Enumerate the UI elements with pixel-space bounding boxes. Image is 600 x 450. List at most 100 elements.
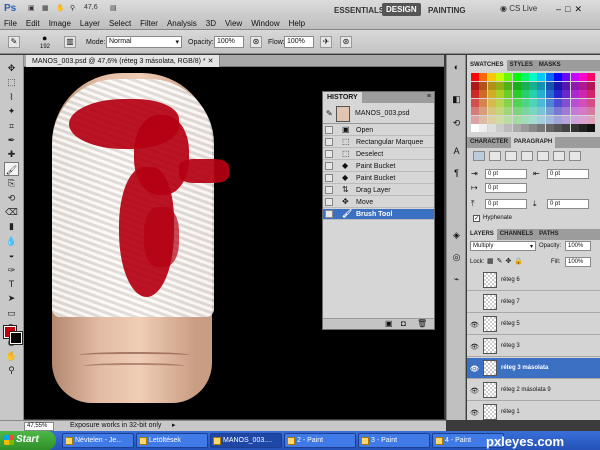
color-swatch[interactable] — [512, 81, 521, 90]
menu-3d[interactable]: 3D — [206, 19, 216, 28]
hand-tool-icon[interactable]: ✋ — [56, 4, 65, 15]
paths-panel-icon[interactable]: ⌁ — [450, 273, 463, 286]
minimize-icon[interactable]: – — [556, 4, 561, 15]
blend-mode-select[interactable]: Multiply ▾ — [470, 241, 536, 251]
marquee-icon[interactable]: ⬚ — [4, 75, 19, 89]
color-swatch[interactable] — [554, 124, 562, 132]
layer-row[interactable]: 👁 réteg 3 — [467, 336, 600, 357]
color-swatch[interactable] — [504, 73, 513, 81]
menu-filter[interactable]: Filter — [140, 19, 158, 28]
eraser-icon[interactable]: ⌫ — [4, 205, 19, 219]
history-state[interactable]: ▣ Open — [323, 125, 434, 136]
color-swatch[interactable] — [479, 124, 488, 132]
color-swatch[interactable] — [471, 107, 479, 115]
lock-all-icon[interactable]: 🔒 — [514, 257, 523, 265]
color-swatch[interactable] — [545, 73, 554, 81]
lock-pixels-icon[interactable]: ✎ — [497, 257, 503, 265]
lock-position-icon[interactable]: ✥ — [506, 257, 512, 265]
trash-icon[interactable]: 🗑 — [417, 319, 427, 328]
color-swatch[interactable] — [578, 124, 587, 132]
color-swatch[interactable] — [537, 81, 546, 90]
tab-masks[interactable]: MASKS — [536, 60, 564, 71]
menu-file[interactable]: File — [4, 19, 17, 28]
menu-window[interactable]: Window — [251, 19, 279, 28]
color-swatch[interactable] — [570, 107, 579, 115]
color-swatch[interactable] — [570, 90, 579, 98]
color-swatch[interactable] — [570, 115, 579, 124]
color-swatch[interactable] — [537, 124, 546, 132]
color-swatch[interactable] — [578, 90, 587, 98]
tab-styles[interactable]: STYLES — [507, 60, 536, 71]
history-state[interactable]: 🖌 Brush Tool — [323, 209, 434, 220]
taskbar-task[interactable]: MANOS_003.... — [210, 433, 282, 448]
tab-history[interactable]: HISTORY — [323, 92, 362, 103]
color-swatch[interactable] — [504, 124, 513, 132]
color-swatch[interactable] — [562, 98, 571, 107]
color-swatch[interactable] — [578, 98, 587, 107]
flow-field[interactable]: 100% — [284, 36, 314, 48]
color-swatch[interactable] — [512, 90, 521, 98]
color-swatch[interactable] — [578, 107, 587, 115]
color-swatch[interactable] — [487, 115, 496, 124]
color-swatch[interactable] — [570, 81, 579, 90]
color-swatch[interactable] — [487, 107, 496, 115]
color-swatch[interactable] — [479, 115, 488, 124]
menu-analysis[interactable]: Analysis — [167, 19, 197, 28]
color-swatch[interactable] — [537, 107, 546, 115]
cs-live-button[interactable]: ◉ CS Live — [500, 4, 537, 13]
color-swatch[interactable] — [504, 115, 513, 124]
zoom-icon[interactable]: ⚲ — [4, 363, 19, 377]
history-brush-source-icon[interactable]: ✎ — [326, 109, 333, 118]
tab-swatches[interactable]: SWATCHES — [467, 60, 507, 71]
menu-help[interactable]: Help — [289, 19, 305, 28]
indent-right-field[interactable]: 0 pt — [547, 169, 589, 179]
color-swatch[interactable] — [487, 124, 496, 132]
layer-row[interactable]: 👁 réteg 2 másolata 9 — [467, 380, 600, 401]
opacity-field[interactable]: 100% — [214, 36, 244, 48]
color-swatch[interactable] — [529, 81, 538, 90]
color-swatch[interactable] — [545, 124, 554, 132]
color-swatch[interactable] — [479, 107, 488, 115]
color-swatch[interactable] — [495, 81, 504, 90]
color-swatch[interactable] — [479, 81, 488, 90]
color-swatch[interactable] — [520, 107, 529, 115]
type-icon[interactable]: T — [4, 277, 19, 291]
color-swatch[interactable] — [512, 98, 521, 107]
color-swatch[interactable] — [570, 73, 579, 81]
color-swatch[interactable] — [587, 124, 596, 132]
new-document-from-state-icon[interactable]: ▣ — [385, 319, 393, 328]
status-arrow-icon[interactable]: ▸ — [172, 421, 176, 429]
history-state[interactable]: ⬚ Rectangular Marquee — [323, 137, 434, 148]
color-swatch[interactable] — [545, 115, 554, 124]
blur-icon[interactable]: 💧 — [4, 234, 19, 248]
color-swatch[interactable] — [554, 98, 562, 107]
justify-last-right-icon[interactable] — [553, 151, 565, 161]
layer-row[interactable]: 👁 réteg 1 — [467, 402, 600, 420]
color-swatch[interactable] — [520, 73, 529, 81]
eyedropper-icon[interactable]: ✒ — [4, 133, 19, 147]
justify-last-center-icon[interactable] — [537, 151, 549, 161]
justify-all-icon[interactable] — [569, 151, 581, 161]
color-swatch[interactable] — [495, 90, 504, 98]
history-brush-source-checkbox[interactable] — [325, 174, 333, 182]
history-state[interactable]: ⇅ Drag Layer — [323, 185, 434, 196]
tab-channels[interactable]: CHANNELS — [497, 229, 536, 240]
color-swatch[interactable] — [578, 81, 587, 90]
history-brush-source-checkbox[interactable] — [325, 126, 333, 134]
color-swatch[interactable] — [554, 73, 562, 81]
color-panel-icon[interactable]: ◐ — [450, 61, 463, 74]
tablet-opacity-icon[interactable]: ⊛ — [250, 36, 262, 48]
panel-menu-icon[interactable]: ≡ — [427, 93, 431, 100]
channels-panel-icon[interactable]: ◎ — [450, 251, 463, 264]
adjustments-panel-icon[interactable]: ◧ — [450, 93, 463, 106]
color-swatch[interactable] — [545, 107, 554, 115]
color-swatch[interactable] — [570, 98, 579, 107]
layer-opacity-field[interactable]: 100% — [565, 241, 591, 251]
brush-icon[interactable]: 🖌 — [4, 161, 19, 176]
color-swatch[interactable] — [512, 115, 521, 124]
tab-character[interactable]: CHARACTER — [467, 137, 511, 148]
color-swatch[interactable] — [471, 90, 479, 98]
justify-last-left-icon[interactable] — [521, 151, 533, 161]
color-swatch[interactable] — [471, 81, 479, 90]
menu-view[interactable]: View — [225, 19, 242, 28]
